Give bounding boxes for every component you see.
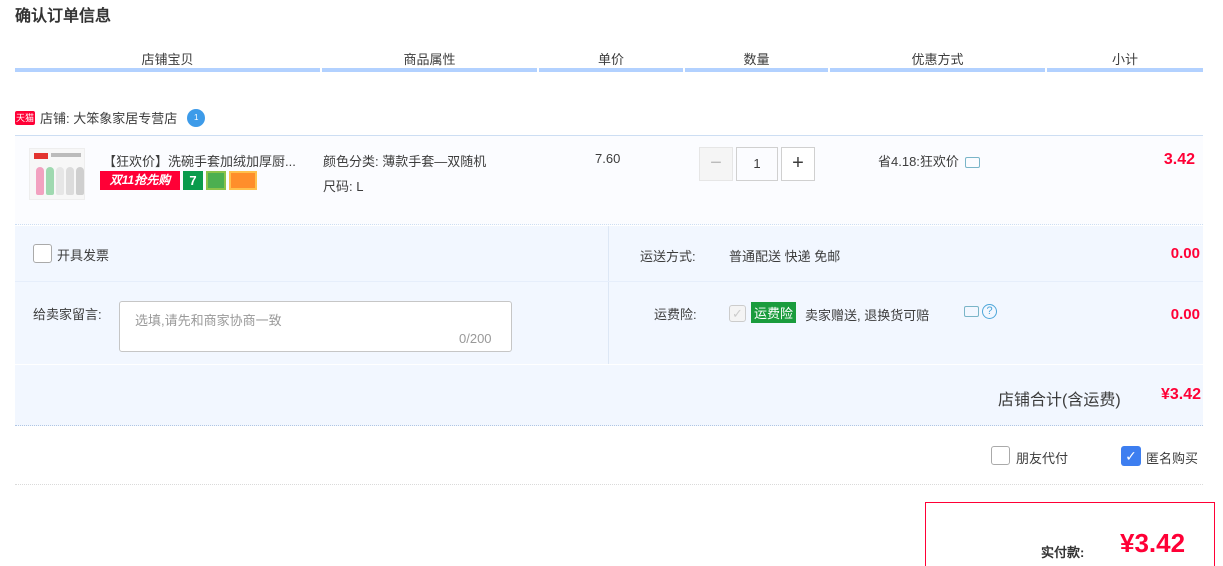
insurance-description: 卖家赠送, 退换货可赔 [805,308,930,323]
attribute-size: 尺码: L [323,179,364,194]
divider [15,484,1203,485]
insurance-label: 运费险: [654,307,697,322]
payment-value: ¥3.42 [1120,528,1186,558]
divider [15,281,1203,282]
invoice-label[interactable]: 开具发票 [57,245,109,264]
discount-info: 省4.18:狂欢价 [878,151,980,170]
discount-text: 省4.18:狂欢价 [878,154,959,169]
column-header-quantity: 数量 [743,52,770,67]
header-bar [685,68,828,72]
header-bar [15,68,320,72]
column-header-discount: 优惠方式 [911,52,964,67]
divider [608,226,609,364]
shipping-method: 普通配送 快递 免邮 [729,249,841,264]
shop-name[interactable]: 店铺: 大笨象家居专营店 [40,108,177,127]
promo-badges: 双11抢先购 7 [100,171,257,190]
increase-quantity-button[interactable]: + [781,147,815,181]
guarantee-shield-icon [206,171,226,190]
credit-card-icon [229,171,257,190]
memo-char-count: 0/200 [459,331,492,346]
shop-total-label: 店铺合计(含运费) [998,392,1121,409]
decrease-quantity-button[interactable]: − [699,147,733,181]
anonymous-checkbox[interactable]: ✓ [1121,446,1141,466]
help-icon[interactable]: ? [982,304,997,319]
column-header-subtotal: 小计 [1111,52,1138,67]
message-icon[interactable] [964,306,979,317]
double11-badge: 双11抢先购 [100,171,180,190]
memo-placeholder: 选填,请先和商家协商一致 [135,313,282,328]
header-bar [322,68,537,72]
header-bar [539,68,683,72]
shipping-fee: 0.00 [1170,245,1200,262]
message-icon[interactable] [964,157,980,168]
page-title: 确认订单信息 [15,8,112,25]
product-thumbnail[interactable] [29,148,85,200]
insurance-icons: ? [958,304,997,319]
friend-pay-label[interactable]: 朋友代付 [1016,448,1068,467]
item-subtotal: 3.42 [1163,151,1195,168]
wangwang-chat-icon[interactable]: 1 [187,108,206,127]
anonymous-label[interactable]: 匿名购买 [1146,448,1198,467]
insurance-fee: 0.00 [1170,306,1200,323]
product-title[interactable]: 【狂欢价】洗碗手套加绒加厚厨... [103,151,315,170]
header-bar [1047,68,1203,72]
insurance-checkbox: ✓ [729,305,746,322]
column-header-attributes: 商品属性 [403,52,456,67]
column-header-price: 单价 [597,52,624,67]
payment-label: 实付款: [1041,545,1085,560]
shop-total-value: ¥3.42 [1160,386,1201,403]
shipping-label: 运送方式: [640,249,696,264]
friend-pay-checkbox[interactable] [991,446,1010,465]
quantity-stepper: − 1 + [699,147,815,181]
tmall-icon: 天猫 [15,110,35,125]
column-header-item: 店铺宝贝 [141,52,194,67]
shop-row: 天猫 店铺: 大笨象家居专营店 1 [15,108,206,127]
quantity-input[interactable]: 1 [736,147,778,181]
invoice-checkbox[interactable] [33,244,52,263]
unit-price: 7.60 [595,151,621,166]
seven-day-return-badge: 7 [183,171,203,190]
insurance-tag: 运费险 [751,302,797,323]
attribute-color: 颜色分类: 薄款手套—双随机 [323,154,487,169]
header-bar [830,68,1045,72]
memo-label: 给卖家留言: [33,307,102,322]
